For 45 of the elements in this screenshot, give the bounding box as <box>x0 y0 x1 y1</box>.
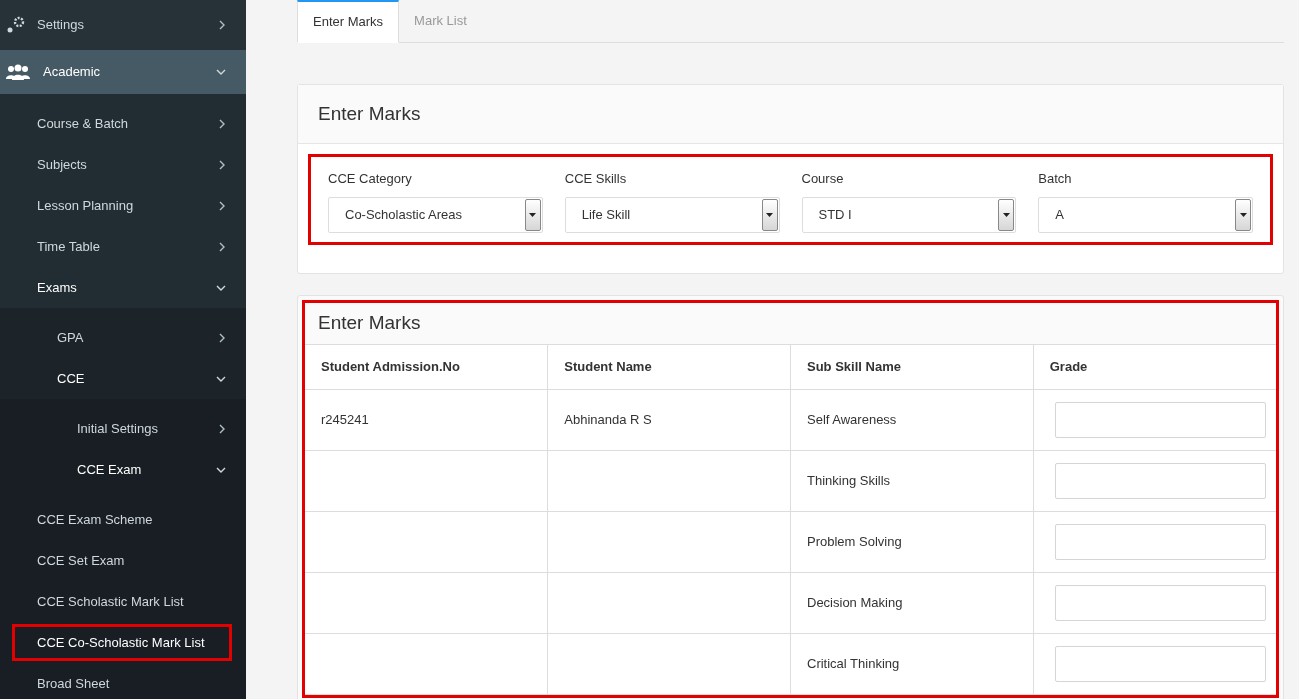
sidebar-item[interactable]: Subjects <box>0 144 246 185</box>
column-header: Student Admission.No <box>305 344 548 389</box>
column-header: Student Name <box>547 344 791 389</box>
grade-input[interactable] <box>1054 523 1266 560</box>
sidebar-item[interactable]: Broad Sheet <box>0 663 246 699</box>
dropdown[interactable]: A <box>1038 196 1253 233</box>
table-cell: Decision Making <box>807 594 903 610</box>
table-cell: Thinking Skills <box>807 472 891 488</box>
dropdown[interactable]: Life Skill <box>564 196 780 233</box>
sidebar-item[interactable]: Time Table <box>0 226 246 267</box>
column-header: Sub Skill Name <box>790 344 1034 389</box>
field-label: CCE Category <box>328 170 413 188</box>
sidebar-item[interactable]: CCE Exam Scheme <box>0 499 246 540</box>
sidebar-item[interactable]: Lesson Planning <box>0 185 246 226</box>
column-header: Grade <box>1033 344 1276 389</box>
table-cell: r245241 <box>321 411 369 427</box>
sidebar-item[interactable]: Initial Settings <box>0 408 246 449</box>
field-label: CCE Skills <box>564 170 628 188</box>
grade-input[interactable] <box>1054 645 1266 682</box>
grade-input[interactable] <box>1054 401 1266 438</box>
sidebar-item[interactable]: CCE Co-Scholastic Mark List <box>37 632 205 653</box>
table-cell: Abhinanda R S <box>564 411 652 427</box>
grade-input[interactable] <box>1054 584 1266 621</box>
field-label: Course <box>801 170 845 188</box>
panel-title: Enter Marks <box>317 310 422 335</box>
sidebar-item[interactable]: CCE Exam <box>0 449 246 490</box>
grade-input[interactable] <box>1054 462 1266 499</box>
sidebar-item[interactable]: CCE <box>0 358 246 399</box>
panel-title: Enter Marks <box>298 85 1283 144</box>
tab[interactable]: Enter Marks <box>297 0 400 43</box>
sidebar-item[interactable]: CCE Scholastic Mark List <box>0 581 246 622</box>
table-cell: Problem Solving <box>807 533 902 549</box>
table-cell: Critical Thinking <box>807 655 900 671</box>
field-label: Batch <box>1038 170 1073 188</box>
users-icon <box>6 64 30 80</box>
sidebar-item[interactable]: Exams <box>0 267 246 308</box>
dropdown[interactable]: Co-Scholastic Areas <box>328 196 543 233</box>
sidebar-item[interactable]: CCE Set Exam <box>0 540 246 581</box>
sidebar-item[interactable]: Settings <box>0 0 246 50</box>
sidebar-item[interactable]: GPA <box>0 317 246 358</box>
sidebar-item[interactable]: Course & Batch <box>0 103 246 144</box>
gears-icon <box>6 16 26 34</box>
dropdown[interactable]: STD I <box>801 196 1017 233</box>
sidebar-item[interactable]: Academic <box>0 50 246 94</box>
table-cell: Self Awareness <box>807 411 897 427</box>
